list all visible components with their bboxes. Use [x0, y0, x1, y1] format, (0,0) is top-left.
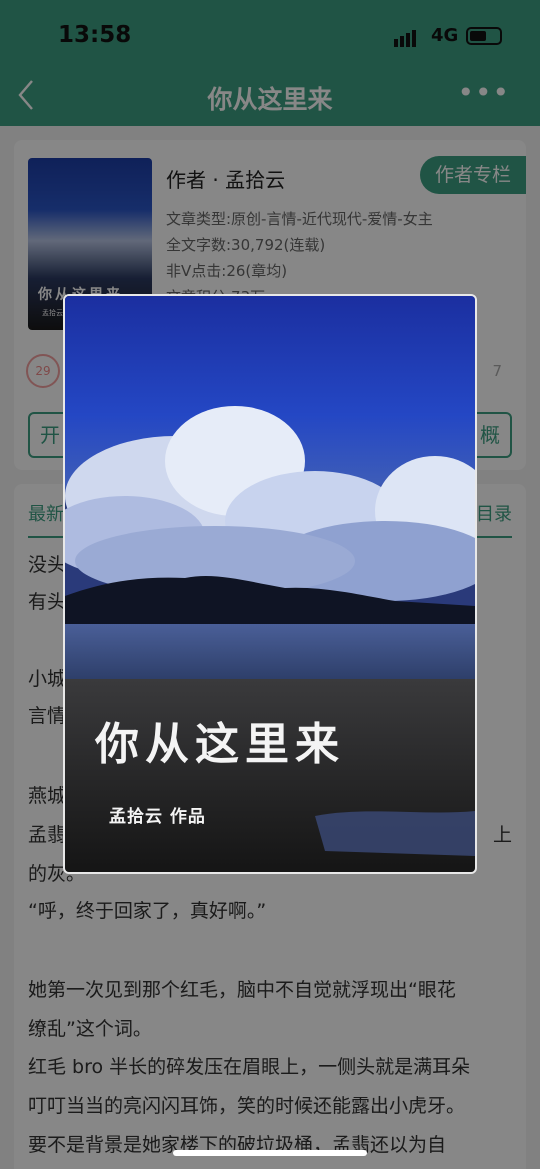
cover-image: [65, 296, 475, 872]
cover-title: 你从这里来: [95, 719, 345, 770]
home-indicator[interactable]: [173, 1150, 367, 1156]
cover-preview[interactable]: 你从这里来 孟拾云 作品: [63, 294, 477, 874]
cover-author: 孟拾云 作品: [109, 807, 206, 827]
